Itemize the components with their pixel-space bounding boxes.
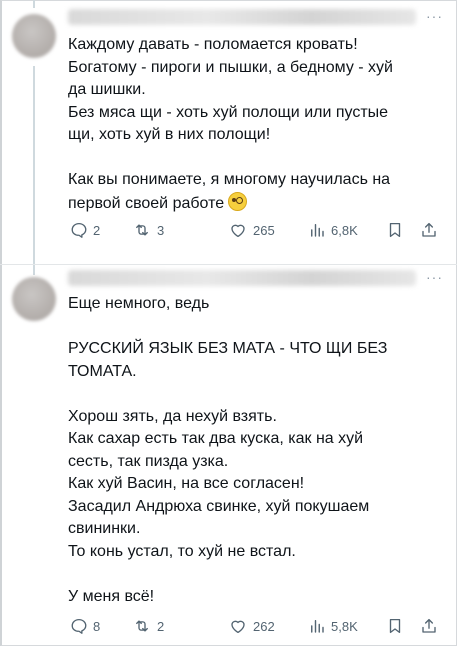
text-line: Как вы понимаете, я многому научилась на — [68, 171, 391, 188]
bookmark-button[interactable] — [386, 221, 404, 239]
text-line: У меня всё! — [68, 587, 155, 605]
tweet-2[interactable]: ··· Еще немного, ведь РУССКИЙ ЯЗЫК БЕЗ М… — [0, 264, 457, 646]
retweet-count: 2 — [157, 618, 165, 634]
reply-button[interactable]: 2 — [70, 221, 100, 239]
views-button[interactable]: 6,8K — [308, 221, 358, 239]
retweet-button[interactable]: 3 — [132, 221, 164, 239]
text-line: Еще немного, ведь — [68, 295, 210, 312]
text-line: Как хуй Васин, на все согласен! — [68, 475, 305, 492]
text-line: Богатому - пироги и пышки, а бедному - х… — [68, 58, 393, 76]
reply-icon — [71, 618, 87, 634]
views-icon — [311, 224, 324, 237]
like-button[interactable]: 262 — [228, 617, 275, 635]
reply-count: 8 — [93, 618, 101, 634]
text-line: ТОМАТА. — [68, 362, 137, 380]
tweet-actions: 2 3 265 6,8K — [68, 221, 445, 243]
tweet-text: Еще немного, ведь РУССКИЙ ЯЗЫК БЕЗ МАТА … — [68, 293, 439, 608]
reply-count: 2 — [93, 222, 101, 238]
views-icon — [311, 620, 324, 633]
retweet-button[interactable]: 2 — [132, 617, 164, 635]
tweet-actions: 8 2 262 5,8K — [68, 617, 445, 639]
share-icon — [422, 618, 436, 633]
text-line-with-emoji: первой своей работе — [68, 191, 439, 216]
text-line: первой своей работе — [68, 194, 225, 212]
bookmark-button[interactable] — [386, 617, 404, 635]
text-line: РУССКИЙ ЯЗЫК БЕЗ МАТА - ЧТО ЩИ БЕЗ — [68, 340, 388, 357]
flushed-face-emoji — [228, 191, 248, 211]
more-icon[interactable]: ··· — [426, 269, 443, 285]
tweet-1[interactable]: ··· Каждому давать - поломается кровать!… — [0, 0, 457, 264]
text-line: свининки. — [68, 520, 141, 537]
thread-line — [33, 66, 35, 264]
like-icon — [231, 224, 245, 238]
like-count: 265 — [253, 222, 275, 238]
like-count: 262 — [253, 618, 275, 634]
more-icon[interactable]: ··· — [426, 8, 443, 24]
text-line: Засадил Андрюха свинке, хуй покушаем — [68, 497, 370, 515]
retweet-count: 3 — [157, 222, 165, 238]
author-name-blurred[interactable] — [68, 270, 416, 286]
retweet-icon — [136, 224, 148, 236]
thread-line — [33, 265, 35, 275]
author-name-blurred[interactable] — [68, 9, 416, 25]
text-line: Без мяса щи - хоть хуй полощи или пустые — [68, 103, 389, 121]
views-button[interactable]: 5,8K — [308, 617, 358, 635]
share-button[interactable] — [420, 617, 438, 635]
text-line: щи, хоть хуй в них полощи! — [68, 126, 271, 143]
share-button[interactable] — [420, 221, 438, 239]
reply-icon — [71, 222, 87, 238]
like-icon — [231, 620, 245, 634]
like-button[interactable]: 265 — [228, 221, 275, 239]
text-line: Каждому давать - поломается кровать! — [68, 36, 358, 53]
avatar[interactable] — [12, 14, 56, 58]
text-line: Хорош зять, да нехуй взять. — [68, 407, 277, 425]
text-line: То конь устал, то хуй не встал. — [68, 542, 296, 560]
thread-line — [33, 0, 35, 8]
retweet-icon — [136, 620, 148, 632]
reply-button[interactable]: 8 — [70, 617, 100, 635]
text-line: Как сахар есть так два куска, как на хуй — [68, 430, 364, 447]
share-icon — [422, 222, 436, 237]
views-count: 6,8K — [331, 222, 358, 238]
tweet-text: Каждому давать - поломается кровать! Бог… — [68, 34, 439, 215]
bookmark-icon — [389, 618, 401, 634]
avatar[interactable] — [12, 277, 56, 321]
text-line: сесть, так пизда узка. — [68, 452, 229, 470]
bookmark-icon — [389, 222, 401, 238]
views-count: 5,8K — [331, 618, 358, 634]
text-line: да шишки. — [68, 81, 146, 98]
